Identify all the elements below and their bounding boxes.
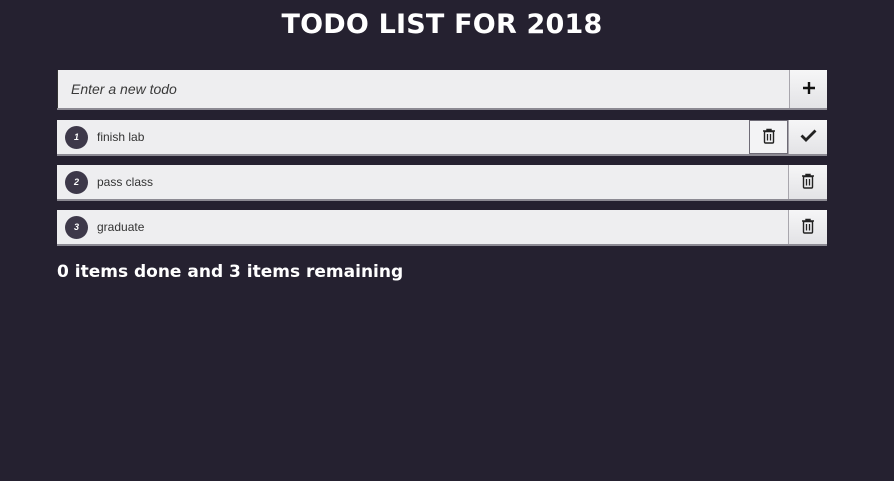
todo-text: finish lab [97,130,145,144]
todo-status-summary: 0 items done and 3 items remaining [57,262,404,282]
trash-icon [762,128,776,147]
trash-icon [801,218,815,237]
new-todo-input[interactable] [57,70,789,108]
delete-todo-button[interactable] [788,165,827,199]
todo-text: graduate [97,220,145,234]
todo-item[interactable]: 2 pass class [57,165,827,201]
todo-number-badge: 3 [65,215,88,239]
todo-text: pass class [97,175,154,189]
add-todo-button[interactable] [789,70,827,108]
delete-todo-button[interactable] [749,120,788,154]
page-title: TODO LIST FOR 2018 [281,9,603,40]
complete-todo-button[interactable] [788,120,827,154]
trash-icon [801,173,815,192]
new-todo-form [57,70,827,110]
plus-icon [802,81,816,98]
todo-item[interactable]: 1 finish lab [57,120,827,156]
todo-number-badge: 1 [65,125,88,149]
todo-number-badge: 2 [65,170,88,194]
delete-todo-button[interactable] [788,210,827,244]
checkmark-icon [800,129,817,145]
todo-item[interactable]: 3 graduate [57,210,827,246]
